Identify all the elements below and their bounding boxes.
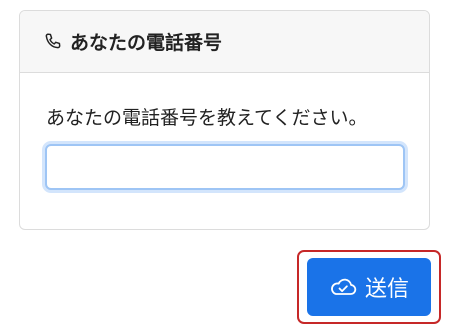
card-header: あなたの電話番号 bbox=[20, 11, 429, 73]
send-button[interactable]: 送信 bbox=[307, 258, 431, 316]
send-button-label: 送信 bbox=[364, 276, 409, 301]
cloud-check-icon bbox=[329, 276, 357, 298]
card-title: あなたの電話番号 bbox=[70, 32, 223, 54]
phone-prompt: あなたの電話番号を教えてください。 bbox=[46, 107, 368, 129]
phone-card: あなたの電話番号 あなたの電話番号を教えてください。 bbox=[19, 10, 430, 230]
phone-number-input[interactable] bbox=[45, 144, 405, 190]
phone-icon bbox=[42, 31, 64, 53]
card-body: あなたの電話番号を教えてください。 bbox=[20, 73, 429, 190]
